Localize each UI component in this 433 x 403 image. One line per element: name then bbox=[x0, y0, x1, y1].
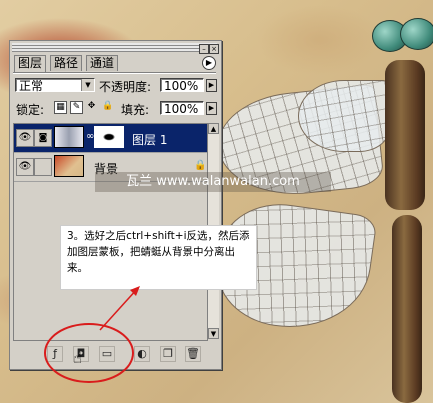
arrow-line bbox=[99, 287, 139, 331]
hand-cursor-icon: ☝ bbox=[73, 349, 83, 367]
highlight-ring bbox=[44, 323, 134, 383]
